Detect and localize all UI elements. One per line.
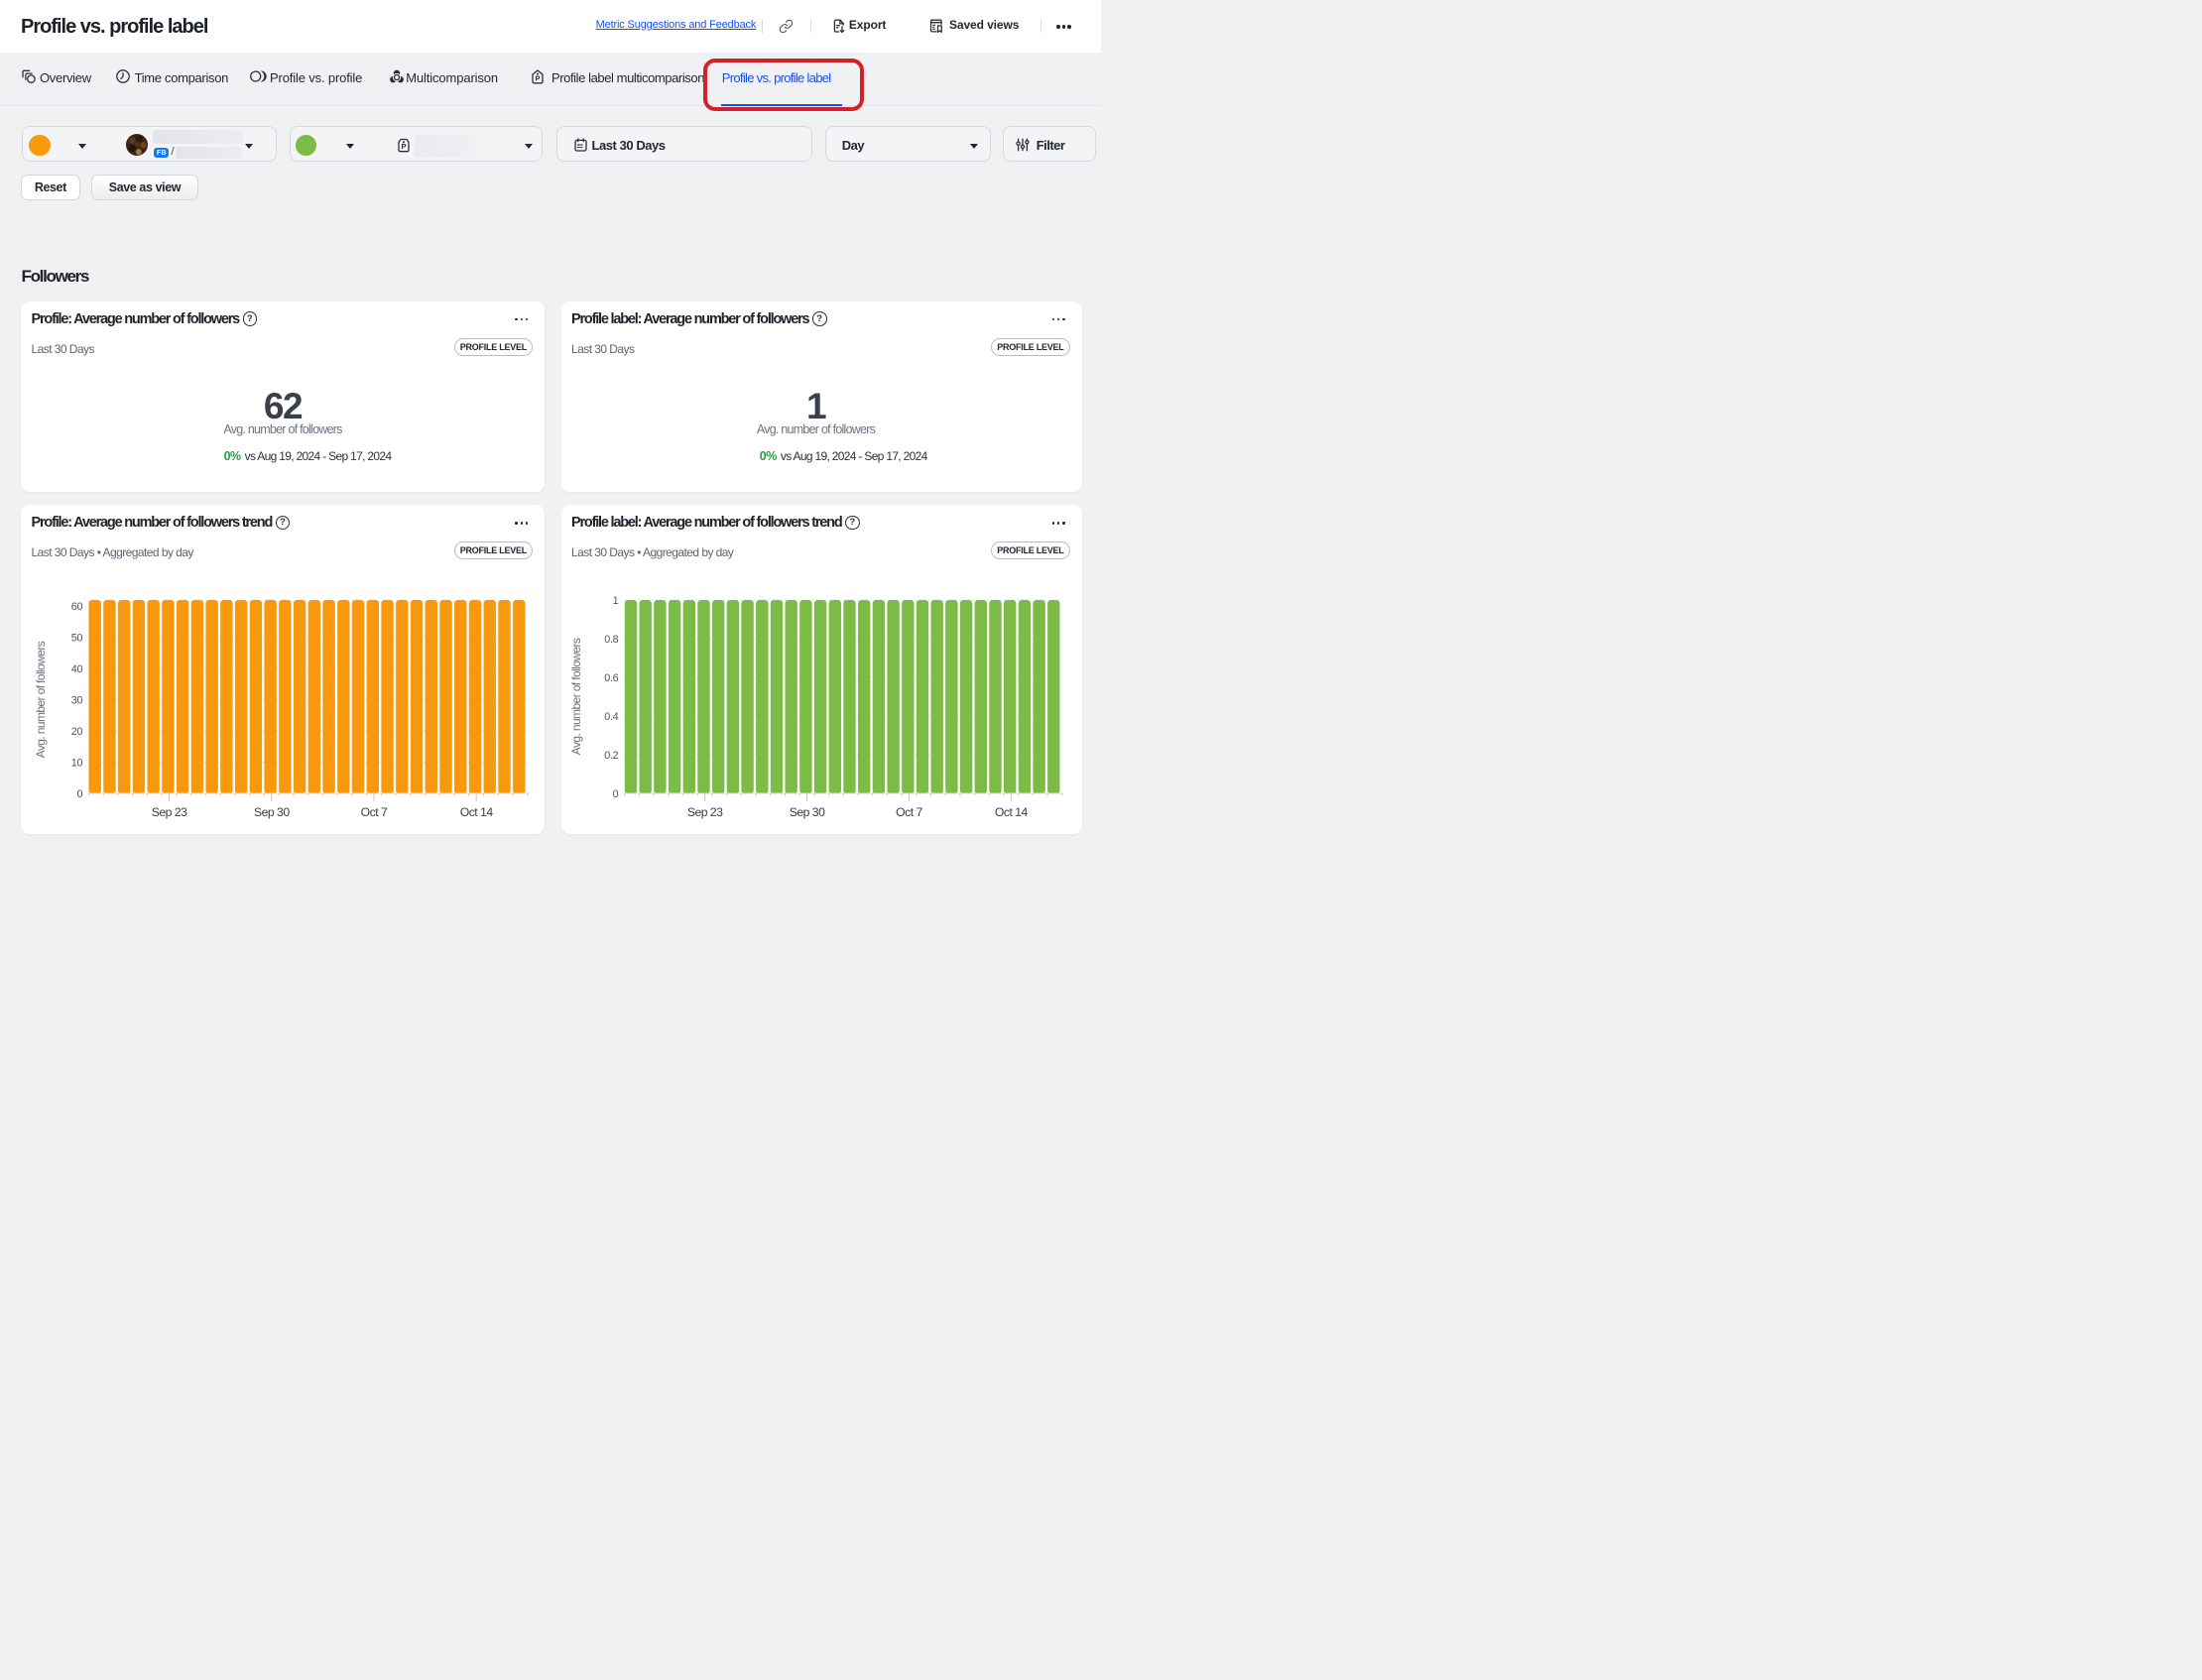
svg-text:50: 50 [71, 632, 83, 644]
svg-text:0.6: 0.6 [604, 672, 618, 684]
svg-text:Avg. number of followers: Avg. number of followers [34, 641, 48, 758]
svg-text:Sep 30: Sep 30 [254, 805, 290, 819]
svg-text:0: 0 [612, 788, 618, 800]
svg-text:Oct 14: Oct 14 [994, 805, 1028, 819]
svg-text:Oct 7: Oct 7 [361, 805, 388, 819]
svg-text:0.2: 0.2 [604, 750, 618, 762]
svg-text:Avg. number of followers: Avg. number of followers [569, 638, 583, 755]
svg-text:0.4: 0.4 [604, 711, 618, 723]
svg-text:P: P [536, 74, 541, 83]
svg-text:60: 60 [71, 601, 83, 613]
svg-text:Oct 14: Oct 14 [460, 805, 494, 819]
svg-text:0: 0 [76, 788, 82, 800]
svg-text:0.8: 0.8 [604, 634, 618, 646]
svg-text:30: 30 [71, 694, 83, 706]
svg-text:P: P [401, 142, 406, 151]
svg-text:Sep 23: Sep 23 [152, 805, 187, 819]
svg-text:40: 40 [71, 663, 83, 675]
svg-text:Sep 30: Sep 30 [789, 805, 824, 819]
svg-text:1: 1 [612, 595, 618, 607]
svg-text:20: 20 [71, 726, 83, 738]
svg-text:Oct 7: Oct 7 [896, 805, 922, 819]
svg-text:10: 10 [71, 757, 83, 769]
svg-text:Sep 23: Sep 23 [686, 805, 722, 819]
